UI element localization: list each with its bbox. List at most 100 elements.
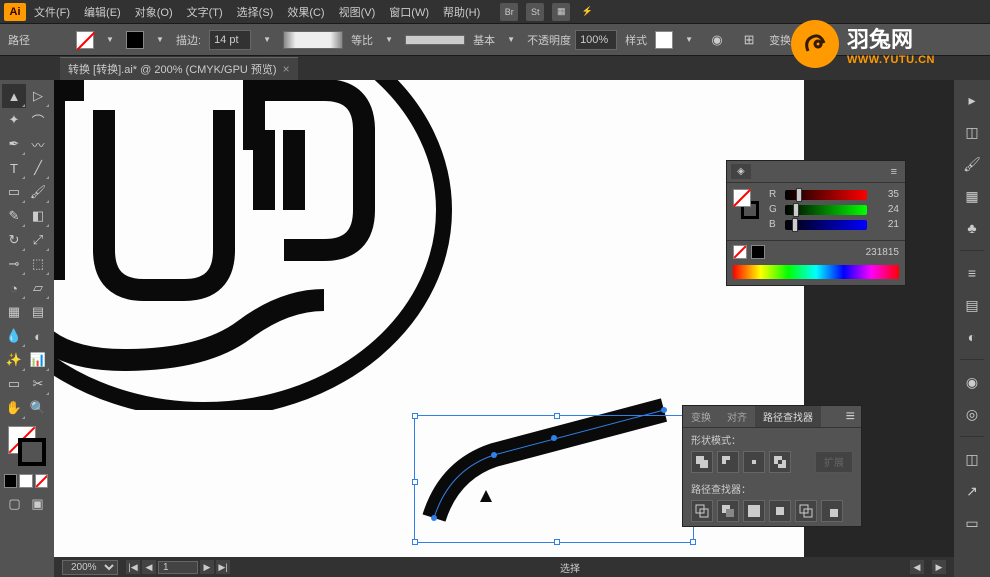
recolor-button[interactable]: ◉ bbox=[705, 28, 729, 52]
align-button[interactable]: ⊞ bbox=[737, 28, 761, 52]
gradient-icon[interactable]: ▤ bbox=[962, 295, 982, 315]
slice-tool[interactable]: ✂ bbox=[26, 372, 50, 396]
opacity-input[interactable] bbox=[575, 30, 617, 50]
artboard-nav-input[interactable] bbox=[158, 561, 198, 574]
rotate-tool[interactable]: ↻ bbox=[2, 228, 26, 252]
unite-button[interactable] bbox=[691, 451, 713, 473]
stock-button[interactable]: St bbox=[526, 3, 544, 21]
width-tool[interactable]: ⊸ bbox=[2, 252, 26, 276]
selection-tool[interactable]: ▲ bbox=[2, 84, 26, 108]
color-mode-solid[interactable] bbox=[4, 474, 17, 488]
color-mode-none[interactable] bbox=[35, 474, 48, 488]
fill-dropdown[interactable]: ▼ bbox=[102, 32, 118, 48]
gradient-tool[interactable]: ▤ bbox=[26, 300, 50, 324]
menu-file[interactable]: 文件(F) bbox=[28, 2, 76, 22]
swatches-icon[interactable]: ▦ bbox=[962, 186, 982, 206]
variable-width-profile[interactable] bbox=[283, 31, 343, 49]
menu-edit[interactable]: 编辑(E) bbox=[78, 2, 127, 22]
r-slider[interactable] bbox=[785, 190, 867, 200]
menu-effect[interactable]: 效果(C) bbox=[281, 2, 330, 22]
asset-export-icon[interactable]: ↗ bbox=[962, 481, 982, 501]
shape-builder-tool[interactable]: ◔ bbox=[2, 276, 26, 300]
stroke-weight-input[interactable] bbox=[209, 30, 251, 50]
artboards-icon[interactable]: ▭ bbox=[962, 513, 982, 533]
bridge-button[interactable]: Br bbox=[500, 3, 518, 21]
zoom-select[interactable]: 200% bbox=[62, 560, 118, 575]
exclude-button[interactable] bbox=[769, 451, 791, 473]
pathfinder-tab[interactable]: 路径查找器 bbox=[755, 406, 821, 427]
color-mode-gradient[interactable] bbox=[19, 474, 32, 488]
color-panel-fill[interactable] bbox=[733, 189, 751, 207]
appearance-icon[interactable]: ◉ bbox=[962, 372, 982, 392]
properties-icon[interactable]: ▸ bbox=[962, 90, 982, 110]
direct-selection-tool[interactable]: ▷ bbox=[26, 84, 50, 108]
blend-tool[interactable]: ◐ bbox=[26, 324, 50, 348]
menu-view[interactable]: 视图(V) bbox=[333, 2, 382, 22]
panel-menu-icon[interactable]: ≡ bbox=[840, 408, 861, 426]
libraries-icon[interactable]: ◫ bbox=[962, 122, 982, 142]
menu-select[interactable]: 选择(S) bbox=[231, 2, 280, 22]
rectangle-tool[interactable]: ▭ bbox=[2, 180, 26, 204]
crop-button[interactable] bbox=[769, 500, 791, 522]
column-graph-tool[interactable]: 📊 bbox=[26, 348, 50, 372]
symbol-sprayer-tool[interactable]: ✨ bbox=[2, 348, 26, 372]
none-swatch[interactable] bbox=[733, 245, 747, 259]
brushes-icon[interactable]: 🖌 bbox=[962, 154, 982, 174]
fill-swatch[interactable] bbox=[76, 31, 94, 49]
g-slider[interactable] bbox=[785, 205, 867, 215]
stroke-icon[interactable]: ≡ bbox=[962, 263, 982, 283]
scroll-right-button[interactable]: ▶ bbox=[932, 560, 946, 574]
align-tab[interactable]: 对齐 bbox=[719, 406, 755, 427]
hex-value[interactable]: 231815 bbox=[866, 247, 899, 258]
last-artboard-button[interactable]: ▶| bbox=[216, 560, 230, 574]
prev-artboard-button[interactable]: ◀ bbox=[142, 560, 156, 574]
free-transform-tool[interactable]: ⬚ bbox=[26, 252, 50, 276]
b-value[interactable]: 21 bbox=[873, 219, 899, 230]
black-swatch[interactable] bbox=[751, 245, 765, 259]
transparency-icon[interactable]: ◐ bbox=[962, 327, 982, 347]
r-value[interactable]: 35 bbox=[873, 189, 899, 200]
screen-mode-normal[interactable]: ▢ bbox=[4, 492, 25, 516]
pen-tool[interactable]: ✒ bbox=[2, 132, 26, 156]
type-tool[interactable]: T bbox=[2, 156, 26, 180]
b-slider[interactable] bbox=[785, 220, 867, 230]
document-tab[interactable]: 转换 [转换].ai* @ 200% (CMYK/GPU 预览) × bbox=[60, 57, 298, 80]
menu-help[interactable]: 帮助(H) bbox=[437, 2, 486, 22]
selected-object[interactable] bbox=[374, 370, 694, 550]
screen-mode-button[interactable]: ▣ bbox=[27, 492, 48, 516]
style-dropdown[interactable]: ▼ bbox=[681, 32, 697, 48]
merge-button[interactable] bbox=[743, 500, 765, 522]
eyedropper-tool[interactable]: 💧 bbox=[2, 324, 26, 348]
brush-dropdown[interactable]: ▼ bbox=[503, 32, 519, 48]
graphic-styles-icon[interactable]: ◎ bbox=[962, 404, 982, 424]
zoom-tool[interactable]: 🔍 bbox=[26, 396, 50, 420]
brush-definition[interactable] bbox=[405, 35, 465, 45]
shaper-tool[interactable]: ✎ bbox=[2, 204, 26, 228]
first-artboard-button[interactable]: |◀ bbox=[126, 560, 140, 574]
close-tab-icon[interactable]: × bbox=[283, 62, 290, 76]
scroll-left-button[interactable]: ◀ bbox=[910, 560, 924, 574]
stroke-dropdown[interactable]: ▼ bbox=[152, 32, 168, 48]
panel-menu-icon[interactable]: ≡ bbox=[887, 166, 901, 178]
transform-label[interactable]: 变换 bbox=[769, 32, 791, 48]
profile-dropdown[interactable]: ▼ bbox=[381, 32, 397, 48]
canvas[interactable]: ◈ ≡ R 35 G bbox=[54, 80, 954, 577]
minus-back-button[interactable] bbox=[821, 500, 843, 522]
color-panel-tab[interactable]: ◈ bbox=[731, 164, 751, 179]
color-spectrum[interactable] bbox=[733, 265, 899, 279]
curvature-tool[interactable]: 〰 bbox=[26, 132, 50, 156]
g-value[interactable]: 24 bbox=[873, 204, 899, 215]
divide-button[interactable] bbox=[691, 500, 713, 522]
paintbrush-tool[interactable]: 🖌 bbox=[26, 180, 50, 204]
stroke-weight-dropdown[interactable]: ▼ bbox=[259, 32, 275, 48]
minus-front-button[interactable] bbox=[717, 451, 739, 473]
hand-tool[interactable]: ✋ bbox=[2, 396, 26, 420]
trim-button[interactable] bbox=[717, 500, 739, 522]
fill-stroke-indicator[interactable] bbox=[8, 426, 46, 466]
symbols-icon[interactable]: ♣ bbox=[962, 218, 982, 238]
outline-button[interactable] bbox=[795, 500, 817, 522]
opacity-label[interactable]: 不透明度 bbox=[527, 32, 571, 48]
menu-type[interactable]: 文字(T) bbox=[181, 2, 229, 22]
line-tool[interactable]: ╱ bbox=[26, 156, 50, 180]
next-artboard-button[interactable]: ▶ bbox=[200, 560, 214, 574]
